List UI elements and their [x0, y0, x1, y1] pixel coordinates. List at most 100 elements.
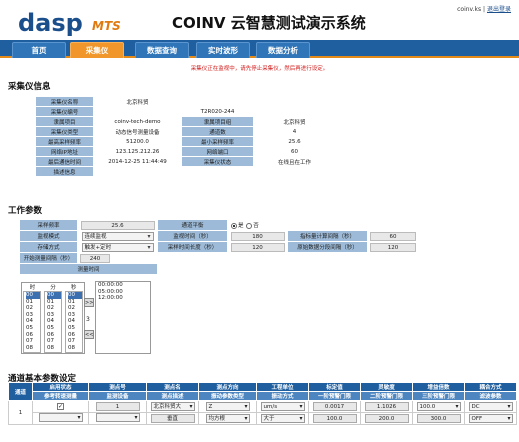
- desc-field[interactable]: 垂直: [150, 414, 195, 423]
- list-item[interactable]: 02: [47, 305, 61, 312]
- threshold1-field[interactable]: 100.0: [312, 414, 357, 423]
- list-item[interactable]: 08: [68, 345, 82, 352]
- info-value: [253, 166, 336, 177]
- info-label: 网络IP地址: [35, 146, 94, 157]
- col-header: 通道: [8, 382, 33, 401]
- col-header: 启用状态: [32, 382, 89, 392]
- list-item[interactable]: 12:00:00: [98, 295, 150, 302]
- list-item[interactable]: 01: [68, 299, 82, 306]
- info-label: 采集仪类型: [35, 126, 94, 137]
- point-no-field[interactable]: 1: [95, 402, 140, 411]
- ref-speed-select[interactable]: [38, 413, 83, 422]
- list-item[interactable]: 06: [47, 332, 61, 339]
- list-item[interactable]: 04: [26, 318, 40, 325]
- threshold3-field[interactable]: 300.0: [416, 414, 461, 423]
- selected-times-list[interactable]: 00:00:00 05:00:00 12:00:00: [95, 281, 151, 354]
- unit-select[interactable]: um/s: [260, 402, 305, 411]
- info-value: [253, 106, 336, 117]
- coupling-select[interactable]: DC: [468, 402, 513, 411]
- info-value: 60: [253, 146, 336, 157]
- monitor-time-field[interactable]: 180: [230, 231, 285, 241]
- point-name-field[interactable]: 北京科贸大: [150, 402, 195, 411]
- list-item[interactable]: 08: [26, 345, 40, 352]
- list-item[interactable]: 00: [26, 292, 40, 299]
- col-subheader: 测点描述: [146, 391, 199, 401]
- gain-select[interactable]: 100.0: [416, 402, 461, 411]
- channel-balance-label: 通道平衡: [157, 219, 228, 231]
- tab-realtime-wave[interactable]: 实时波形: [196, 42, 250, 58]
- sample-length-field[interactable]: 120: [230, 242, 285, 252]
- vib-type-select[interactable]: 均方根: [205, 414, 250, 423]
- monitor-mode-select[interactable]: 连续监视: [81, 231, 154, 241]
- balance-yes-label: 是: [238, 223, 244, 229]
- info-row: 隶属项目 coinv-tech-demo 隶属项目组 北京科贸: [35, 116, 336, 127]
- hour-list[interactable]: 00 01 02 03 04 05 06 07 08: [23, 291, 41, 353]
- threshold2-field[interactable]: 200.0: [364, 414, 409, 423]
- tab-data-query[interactable]: 数据查询: [135, 42, 189, 58]
- info-row: 最后通信时间 2014-12-25 11:44:49 采集仪状态 在线且在工作: [35, 156, 336, 167]
- info-label: 通道数: [181, 126, 254, 137]
- list-item[interactable]: 07: [47, 338, 61, 345]
- list-item[interactable]: 05: [47, 325, 61, 332]
- info-value: 动态信号测量设备: [93, 126, 182, 137]
- info-value: [93, 106, 182, 117]
- sensitivity-field[interactable]: 1.1026: [364, 402, 409, 411]
- info-value: 51200.0: [93, 136, 182, 147]
- monitor-time-label: 监视时间（秒）: [157, 230, 228, 242]
- direction-select[interactable]: Z: [205, 402, 250, 411]
- store-mode-select[interactable]: 触发+定时: [81, 242, 154, 252]
- info-label: 采集仪编号: [35, 106, 94, 117]
- filter-select[interactable]: OFF: [468, 414, 513, 423]
- list-item[interactable]: 05: [68, 325, 82, 332]
- logout-link[interactable]: 退出登录: [487, 6, 511, 13]
- time-count: 3: [86, 316, 90, 323]
- device-select[interactable]: [95, 413, 140, 422]
- col-header: 增益倍数: [412, 382, 465, 392]
- list-item[interactable]: 01: [26, 299, 40, 306]
- tab-collector[interactable]: 采集仪: [70, 42, 124, 58]
- list-item[interactable]: 03: [26, 312, 40, 319]
- list-item[interactable]: 08: [47, 345, 61, 352]
- list-item[interactable]: 06: [26, 332, 40, 339]
- serial-number: T2R020-244: [181, 106, 254, 117]
- start-interval-field[interactable]: 240: [80, 253, 110, 263]
- info-value: 在线且在工作: [253, 156, 336, 167]
- info-row: 采集仪类型 动态信号测量设备 通道数 4: [35, 126, 336, 137]
- remove-time-button[interactable]: <<: [84, 330, 94, 339]
- minute-list[interactable]: 00 01 02 03 04 05 06 07 08: [44, 291, 62, 353]
- list-item[interactable]: 03: [68, 312, 82, 319]
- balance-no-radio[interactable]: [246, 222, 253, 229]
- col-subheader: 参考转速测量: [32, 391, 89, 401]
- info-label: [181, 96, 254, 107]
- raw-save-interval-field[interactable]: 120: [370, 242, 416, 252]
- list-item[interactable]: 01: [47, 299, 61, 306]
- start-interval-label: 开始测量间隔（秒）: [19, 252, 78, 264]
- list-item[interactable]: 02: [26, 305, 40, 312]
- info-value: 123.125.212.26: [93, 146, 182, 157]
- work-params-table: 采样频率 25.6 通道平衡 是 否 监视模式 连续监视 监视时间（秒） 180…: [19, 219, 419, 275]
- balance-yes-radio[interactable]: [231, 222, 237, 229]
- info-label: 最后通信时间: [35, 156, 94, 167]
- indicator-interval-field[interactable]: 60: [370, 231, 416, 241]
- list-item[interactable]: 06: [68, 332, 82, 339]
- list-item[interactable]: 07: [26, 338, 40, 345]
- channel-number: 1: [8, 400, 33, 425]
- tab-home[interactable]: 首页: [12, 42, 66, 58]
- list-item[interactable]: 00: [68, 292, 82, 299]
- info-label: 最高采样频率: [35, 136, 94, 147]
- sample-freq-field[interactable]: 25.6: [80, 220, 155, 230]
- list-item[interactable]: 04: [47, 318, 61, 325]
- list-item[interactable]: 07: [68, 338, 82, 345]
- vib-mode-select[interactable]: 大于: [260, 414, 305, 423]
- enabled-checkbox[interactable]: ✓: [57, 403, 64, 410]
- list-item[interactable]: 03: [47, 312, 61, 319]
- list-item[interactable]: 02: [68, 305, 82, 312]
- list-item[interactable]: 00: [47, 292, 61, 299]
- table-row: 垂直 均方根 大于 100.0 200.0 300.0 OFF: [9, 412, 517, 425]
- tab-data-analysis[interactable]: 数据分析: [256, 42, 310, 58]
- add-time-button[interactable]: >>: [84, 298, 94, 307]
- calib-field[interactable]: 0.0017: [312, 402, 357, 411]
- list-item[interactable]: 04: [68, 318, 82, 325]
- list-item[interactable]: 05: [26, 325, 40, 332]
- second-list[interactable]: 00 01 02 03 04 05 06 07 08: [65, 291, 83, 353]
